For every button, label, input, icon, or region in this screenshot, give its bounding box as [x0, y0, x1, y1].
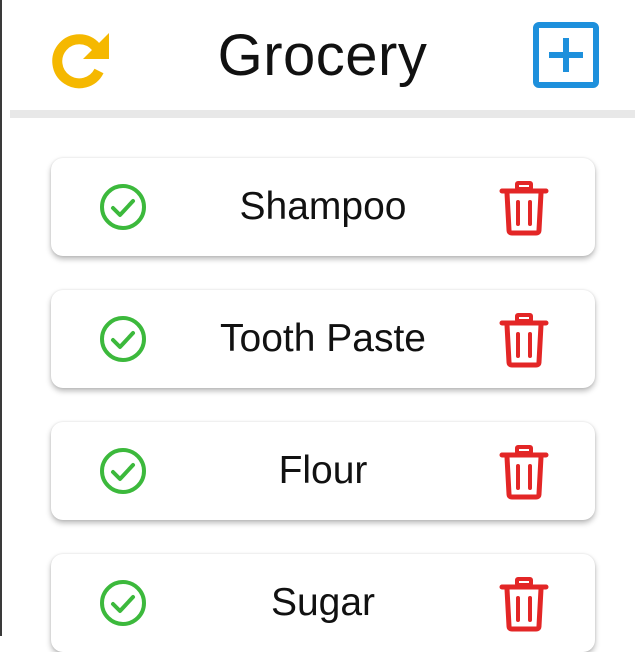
- plus-square-icon: [549, 38, 583, 72]
- delete-button[interactable]: [496, 178, 552, 238]
- delete-button[interactable]: [496, 310, 552, 370]
- list-item: Shampoo: [51, 158, 595, 256]
- delete-button[interactable]: [496, 574, 552, 634]
- trash-icon: [499, 181, 549, 236]
- check-circle-icon: [100, 316, 146, 362]
- trash-icon: [499, 313, 549, 368]
- check-circle-icon: [100, 448, 146, 494]
- item-label: Shampoo: [239, 185, 407, 228]
- page-title: Grocery: [217, 23, 428, 88]
- header-divider: [10, 110, 635, 118]
- app-header: Grocery: [0, 0, 635, 110]
- add-item-button[interactable]: [533, 22, 599, 88]
- item-label: Tooth Paste: [220, 317, 426, 360]
- item-label: Flour: [278, 449, 368, 492]
- list-item: Tooth Paste: [51, 290, 595, 388]
- check-circle-icon: [100, 184, 146, 230]
- check-button[interactable]: [95, 182, 151, 232]
- check-button[interactable]: [95, 578, 151, 628]
- delete-button[interactable]: [496, 442, 552, 502]
- refresh-button[interactable]: [48, 26, 114, 90]
- trash-icon: [499, 577, 549, 632]
- trash-icon: [499, 445, 549, 500]
- refresh-icon: [52, 33, 109, 89]
- list-item: Sugar: [51, 554, 595, 652]
- check-button[interactable]: [95, 314, 151, 364]
- check-button[interactable]: [95, 446, 151, 496]
- list-item: Flour: [51, 422, 595, 520]
- item-label: Sugar: [270, 581, 376, 624]
- check-circle-icon: [100, 580, 146, 626]
